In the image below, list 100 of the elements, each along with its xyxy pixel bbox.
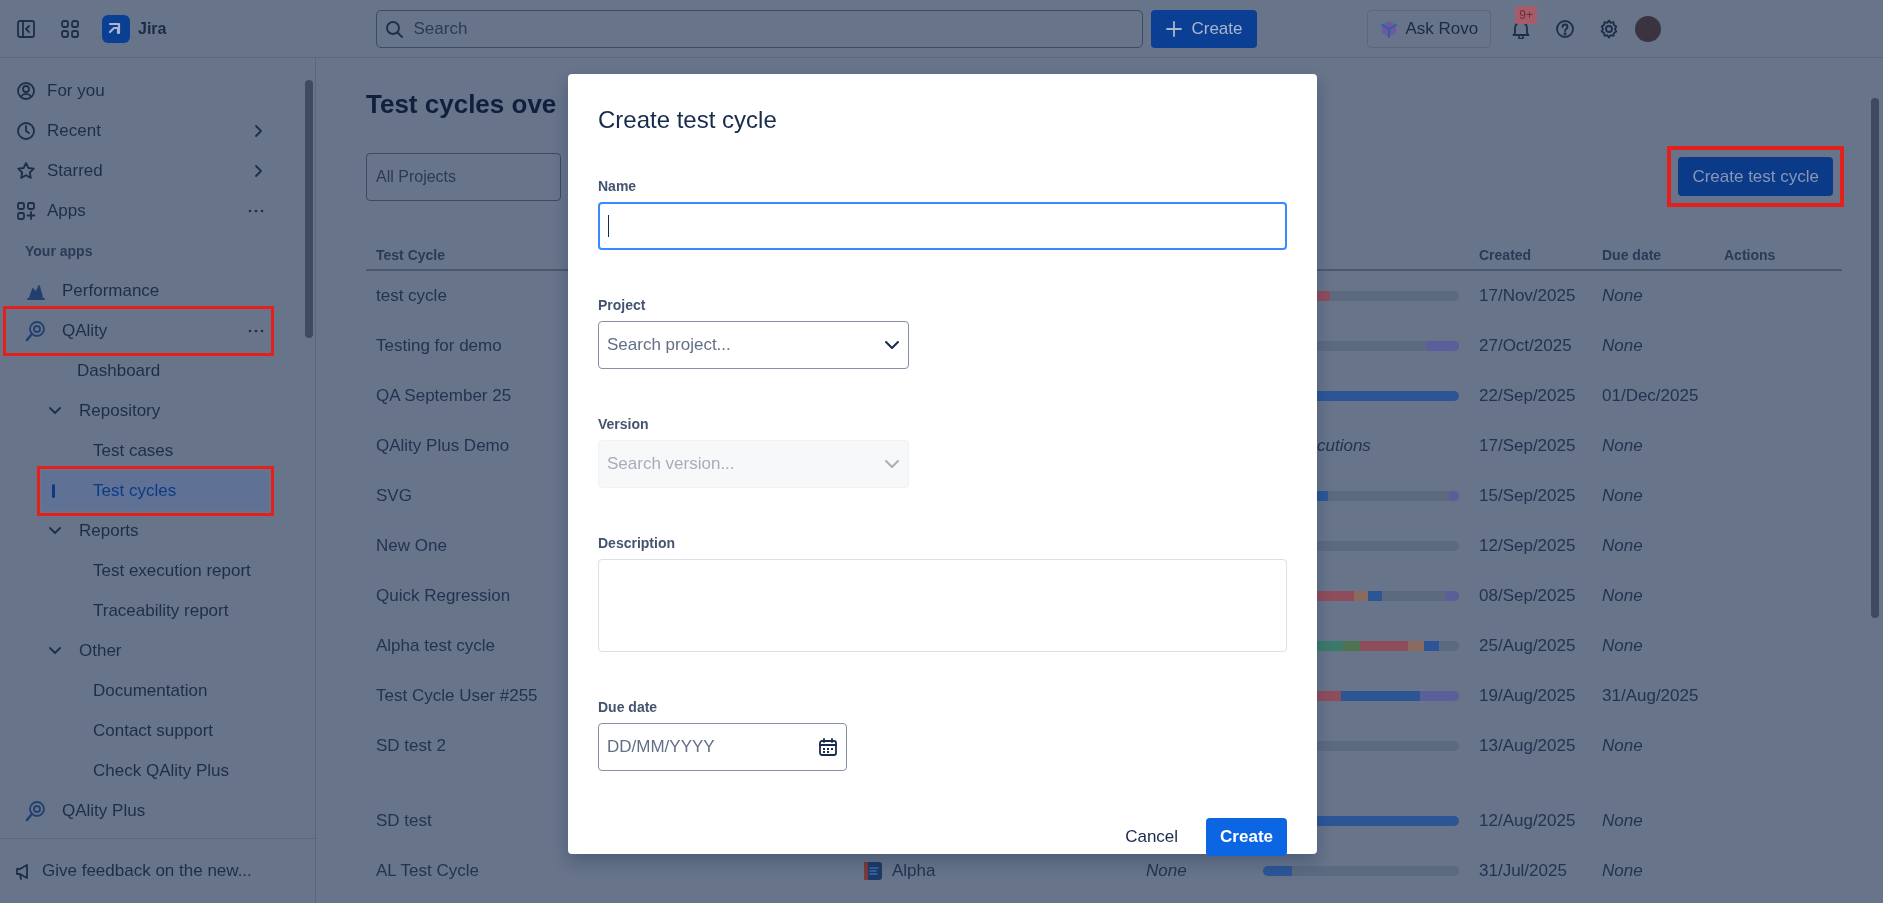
select-field[interactable]: Search project... — [598, 321, 909, 369]
create-button[interactable]: Create — [1151, 9, 1257, 48]
test-cycle-name[interactable]: Alpha test cycle — [376, 633, 496, 659]
section-heading: Your apps — [25, 241, 93, 261]
project-name: Alpha — [892, 860, 936, 883]
created-date: 12/Aug/2025 — [1479, 810, 1576, 833]
due-date: 31/Aug/2025 — [1602, 685, 1699, 708]
created-date: 17/Nov/2025 — [1479, 285, 1576, 308]
nav-link[interactable]: Documentation — [42, 671, 269, 711]
created-date: 15/Sep/2025 — [1479, 485, 1576, 508]
calendar-icon — [818, 737, 838, 757]
version-value: None — [1146, 860, 1187, 883]
nav-link[interactable]: Test cases — [42, 431, 269, 471]
user-icon — [16, 81, 36, 101]
due-date: None — [1602, 335, 1643, 358]
nav-item[interactable]: Apps — [8, 191, 269, 231]
created-date: 25/Aug/2025 — [1479, 635, 1576, 658]
nav-item[interactable]: Recent — [8, 111, 269, 151]
created-date: 19/Aug/2025 — [1479, 685, 1576, 708]
create-test-cycle-button[interactable]: Create test cycle — [1678, 157, 1833, 196]
name-field[interactable] — [598, 202, 1287, 250]
magnifier-icon — [25, 320, 47, 342]
test-cycle-name[interactable]: test cycle — [376, 283, 447, 309]
due-date: None — [1602, 435, 1643, 458]
created-date: 08/Sep/2025 — [1479, 585, 1576, 608]
dialog-title: Create test cycle — [598, 105, 778, 135]
page-title: Test cycles ove — [366, 88, 557, 121]
tree-group[interactable]: Other — [42, 631, 269, 671]
ask-rovo-button[interactable]: Ask Rovo — [1366, 9, 1492, 48]
clock-icon — [16, 121, 36, 141]
app-item[interactable]: QAlity — [8, 311, 269, 351]
due-date: None — [1602, 735, 1643, 758]
test-cycle-name[interactable]: AL Test Cycle — [376, 858, 479, 884]
star-icon — [16, 161, 36, 181]
test-cycle-name[interactable]: SVG — [376, 483, 412, 509]
due-date: None — [1602, 860, 1643, 883]
product-name: Jira — [138, 18, 167, 39]
plus-icon — [1165, 19, 1184, 38]
search-icon — [385, 19, 405, 39]
due-date: None — [1602, 485, 1643, 508]
created-date: 13/Aug/2025 — [1479, 735, 1576, 758]
magnifier-icon — [25, 800, 47, 822]
apps-icon — [16, 201, 36, 221]
test-cycle-name[interactable]: QA September 25 — [376, 383, 512, 409]
column-header: Test Cycle — [376, 245, 445, 265]
field-label: Name — [598, 177, 638, 196]
nav-link[interactable]: Test execution report — [42, 551, 269, 591]
column-header: Actions — [1724, 245, 1776, 265]
avatar[interactable] — [1635, 15, 1662, 42]
app-switcher-icon[interactable] — [60, 18, 80, 39]
created-date: 27/Oct/2025 — [1479, 335, 1572, 358]
nav-link[interactable]: Traceability report — [42, 591, 269, 631]
settings-icon[interactable] — [1599, 18, 1620, 39]
test-cycle-name[interactable]: Test Cycle User #255 — [376, 683, 538, 709]
help-icon[interactable] — [1555, 18, 1576, 39]
tree-group[interactable]: Reports — [42, 511, 269, 551]
search-field[interactable]: Search — [376, 9, 1144, 48]
project-filter[interactable]: All Projects — [366, 152, 561, 201]
date-field[interactable]: DD/MM/YYYY — [598, 723, 847, 771]
due-date: None — [1602, 535, 1643, 558]
cancel-button[interactable]: Cancel — [1113, 816, 1191, 858]
notification-count: 9+ — [1515, 5, 1537, 24]
due-date: None — [1602, 285, 1643, 308]
created-date: 31/Jul/2025 — [1479, 860, 1567, 883]
tree-group[interactable]: Repository — [42, 391, 269, 431]
test-cycle-name[interactable]: Quick Regression — [376, 583, 511, 609]
column-header: Due date — [1602, 245, 1662, 265]
create-button[interactable]: Create — [1206, 817, 1287, 856]
test-cycle-name[interactable]: SD test — [376, 808, 432, 834]
test-cycle-name[interactable]: New One — [376, 533, 447, 559]
field-label: Description — [598, 534, 676, 553]
app-item[interactable]: Performance — [8, 271, 269, 311]
field-label: Due date — [598, 698, 659, 717]
logo-icon — [102, 14, 130, 43]
nav-item[interactable]: For you — [8, 71, 269, 111]
due-date: None — [1602, 810, 1643, 833]
cube-icon — [1379, 19, 1398, 38]
created-date: 12/Sep/2025 — [1479, 535, 1576, 558]
sidebar-toggle-icon[interactable] — [16, 18, 36, 39]
nav-link[interactable]: Contact support — [42, 711, 269, 751]
nav-item[interactable]: Starred — [8, 151, 269, 191]
test-cycle-name[interactable]: QAlity Plus Demo — [376, 433, 510, 459]
created-date: 17/Sep/2025 — [1479, 435, 1576, 458]
field-label: Project — [598, 296, 647, 315]
column-header: Created — [1479, 245, 1532, 265]
test-cycle-name[interactable]: SD test 2 — [376, 733, 446, 759]
feedback-link[interactable]: Give feedback on the new... — [0, 838, 315, 903]
due-date: None — [1602, 585, 1643, 608]
description-field[interactable] — [598, 559, 1287, 652]
created-date: 22/Sep/2025 — [1479, 385, 1576, 408]
progress-note: cutions — [1317, 435, 1371, 458]
field-label: Version — [598, 415, 650, 434]
select-field: Search version... — [598, 440, 909, 488]
test-cycle-name[interactable]: Testing for demo — [376, 333, 502, 359]
project-icon — [862, 860, 884, 882]
nav-link[interactable]: Dashboard — [42, 351, 269, 391]
app-item[interactable]: QAlity Plus — [8, 791, 269, 831]
nav-link[interactable]: Check QAlity Plus — [42, 751, 269, 791]
due-date: 01/Dec/2025 — [1602, 385, 1699, 408]
due-date: None — [1602, 635, 1643, 658]
